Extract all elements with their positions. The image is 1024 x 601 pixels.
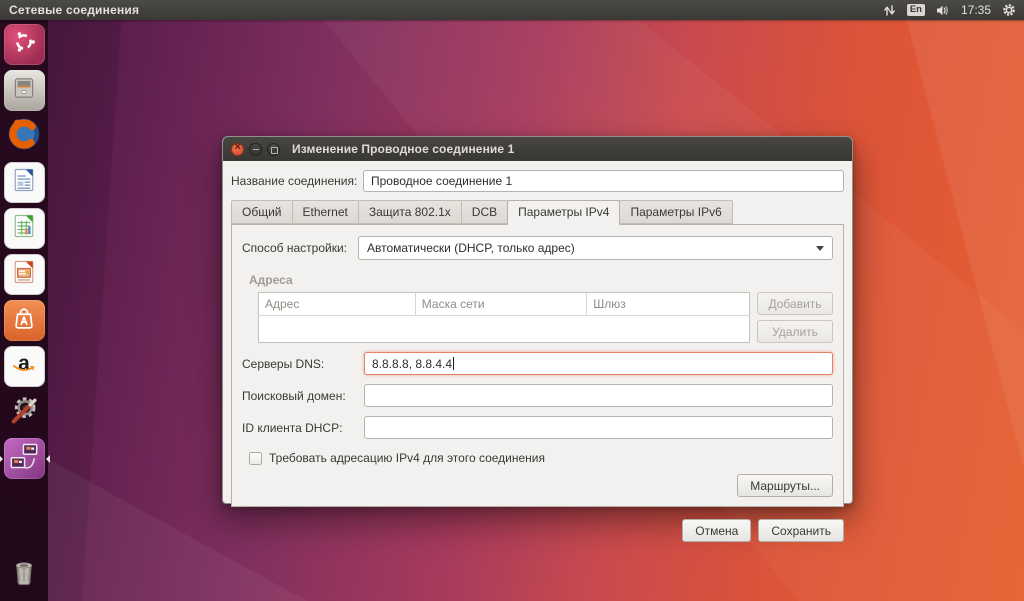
require-ipv4-checkbox[interactable]: [249, 452, 262, 465]
addresses-area: Адрес Маска сети Шлюз Добавить Удалить: [258, 292, 833, 343]
amazon-smile-arrow-icon: [12, 361, 37, 379]
top-panel: Сетевые соединения En 17:35: [0, 0, 1024, 20]
tab-ipv4-settings[interactable]: Параметры IPv4: [507, 200, 620, 225]
unity-launcher: a: [0, 20, 48, 601]
routes-row: Маршруты...: [242, 474, 833, 497]
addresses-buttons: Добавить Удалить: [757, 292, 833, 343]
search-domain-row: Поисковый домен:: [242, 384, 833, 407]
tab-8021x-security[interactable]: Защита 802.1x: [358, 200, 462, 224]
network-connections-icon: [9, 441, 39, 476]
column-header-gateway[interactable]: Шлюз: [587, 293, 749, 315]
save-button[interactable]: Сохранить: [758, 519, 844, 542]
dialog-body: Название соединения: Проводное соединени…: [223, 161, 852, 552]
network-updown-icon[interactable]: [883, 4, 896, 17]
method-dropdown[interactable]: Автоматически (DHCP, только адрес): [358, 236, 833, 260]
dialog-title: Изменение Проводное соединение 1: [292, 142, 514, 156]
settings-gear-wrench-icon: [8, 394, 40, 431]
tab-general[interactable]: Общий: [231, 200, 293, 224]
launcher-item-system-settings[interactable]: [4, 392, 45, 433]
chevron-down-icon: [816, 246, 824, 251]
method-row: Способ настройки: Автоматически (DHCP, т…: [242, 236, 833, 260]
launcher-item-firefox[interactable]: [4, 116, 45, 157]
cancel-button[interactable]: Отмена: [682, 519, 751, 542]
writer-document-icon: [10, 166, 38, 199]
panel-window-title: Сетевые соединения: [0, 3, 139, 17]
addresses-table-header: Адрес Маска сети Шлюз: [259, 293, 749, 316]
launcher-item-trash[interactable]: [4, 554, 45, 595]
clock[interactable]: 17:35: [961, 3, 991, 17]
running-indicator-arrow: [0, 455, 3, 463]
maximize-button[interactable]: [267, 143, 280, 156]
volume-icon[interactable]: [936, 4, 950, 17]
session-gear-icon[interactable]: [1002, 3, 1016, 17]
search-domain-input[interactable]: [364, 384, 833, 407]
addresses-table[interactable]: Адрес Маска сети Шлюз: [258, 292, 750, 343]
software-center-bag-icon: [10, 304, 38, 337]
launcher-item-amazon[interactable]: a: [4, 346, 45, 387]
add-address-button[interactable]: Добавить: [757, 292, 833, 315]
dns-servers-input[interactable]: 8.8.8.8, 8.8.4.4: [364, 352, 833, 375]
dns-row: Серверы DNS: 8.8.8.8, 8.8.4.4: [242, 352, 833, 375]
file-cabinet-icon: [11, 75, 37, 106]
tab-bar: Общий Ethernet Защита 802.1x DCB Парамет…: [231, 200, 844, 224]
close-button[interactable]: [231, 143, 244, 156]
method-label: Способ настройки:: [242, 241, 358, 255]
dns-label: Серверы DNS:: [242, 357, 364, 371]
require-ipv4-label: Требовать адресацию IPv4 для этого соеди…: [269, 451, 545, 465]
delete-address-button[interactable]: Удалить: [757, 320, 833, 343]
search-domain-label: Поисковый домен:: [242, 389, 364, 403]
tab-ipv6-settings[interactable]: Параметры IPv6: [619, 200, 732, 224]
focused-indicator-arrow: [46, 455, 50, 463]
trash-can-icon: [9, 556, 39, 593]
connection-name-input[interactable]: Проводное соединение 1: [363, 170, 844, 192]
firefox-icon: [6, 116, 42, 157]
minimize-button[interactable]: [249, 143, 262, 156]
routes-button[interactable]: Маршруты...: [737, 474, 833, 497]
launcher-item-dash-home[interactable]: [4, 24, 45, 65]
launcher-item-libreoffice-impress[interactable]: [4, 254, 45, 295]
edit-connection-dialog: Изменение Проводное соединение 1 Названи…: [222, 136, 853, 504]
dhcp-client-id-label: ID клиента DHCP:: [242, 421, 364, 435]
dialog-actions: Отмена Сохранить: [231, 507, 844, 542]
indicator-tray: En 17:35: [883, 3, 1024, 17]
require-ipv4-row: Требовать адресацию IPv4 для этого соеди…: [249, 451, 833, 465]
tab-ethernet[interactable]: Ethernet: [292, 200, 359, 224]
keyboard-layout-indicator[interactable]: En: [907, 4, 925, 16]
launcher-item-libreoffice-calc[interactable]: [4, 208, 45, 249]
launcher-item-network-connections[interactable]: [4, 438, 45, 479]
connection-name-row: Название соединения: Проводное соединени…: [231, 170, 844, 192]
launcher-item-files[interactable]: [4, 70, 45, 111]
dhcp-client-id-row: ID клиента DHCP:: [242, 416, 833, 439]
column-header-netmask[interactable]: Маска сети: [416, 293, 588, 315]
ipv4-tab-panel: Способ настройки: Автоматически (DHCP, т…: [231, 224, 844, 507]
launcher-item-ubuntu-software-center[interactable]: [4, 300, 45, 341]
dhcp-client-id-input[interactable]: [364, 416, 833, 439]
impress-presentation-icon: [10, 258, 38, 291]
ubuntu-logo-icon: [12, 30, 36, 59]
calc-spreadsheet-icon: [10, 212, 38, 245]
dialog-titlebar[interactable]: Изменение Проводное соединение 1: [223, 137, 852, 161]
column-header-address[interactable]: Адрес: [259, 293, 416, 315]
launcher-item-libreoffice-writer[interactable]: [4, 162, 45, 203]
addresses-section-label: Адреса: [249, 273, 833, 287]
tab-dcb[interactable]: DCB: [461, 200, 508, 224]
connection-name-label: Название соединения:: [231, 174, 363, 188]
